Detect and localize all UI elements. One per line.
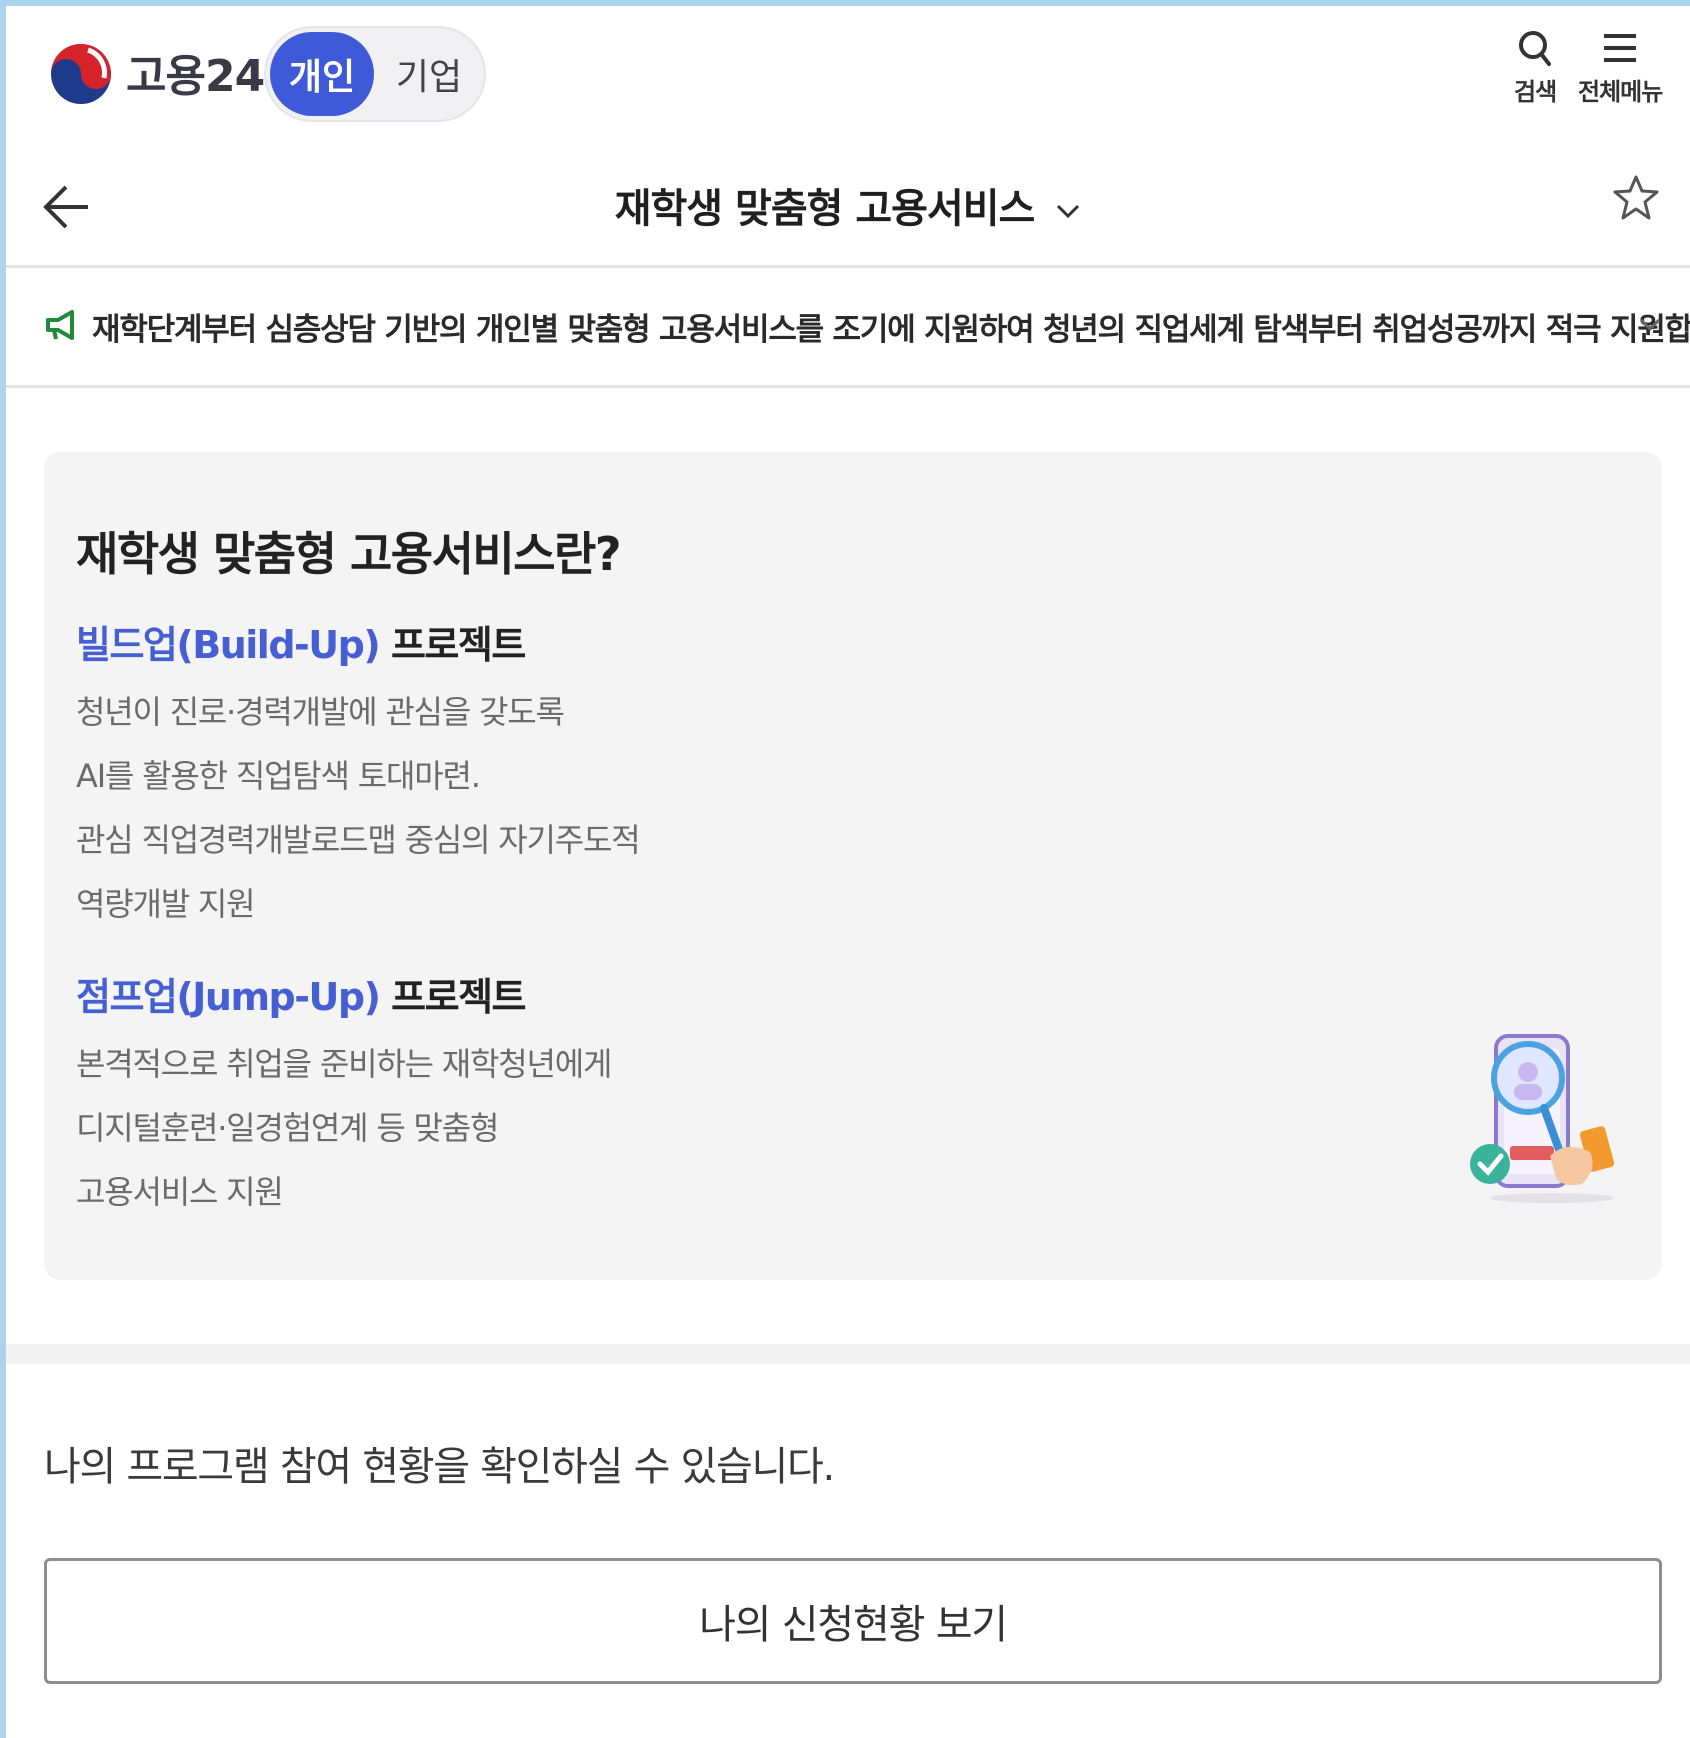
description-line: 역량개발 지원 bbox=[76, 885, 256, 923]
taegeuk-logo-icon bbox=[51, 44, 111, 104]
project-title-buildup: 빌드업(Build-Up) 프로젝트 bbox=[76, 614, 526, 669]
status-description: 나의 프로그램 참여 현황을 확인하실 수 있습니다. bbox=[44, 1444, 835, 1490]
chevron-down-icon[interactable] bbox=[1638, 316, 1662, 334]
description-line: 관심 직업경력개발로드맵 중심의 자기주도적 bbox=[76, 821, 641, 859]
description-line: 본격적으로 취업을 준비하는 재학청년에게 bbox=[76, 1045, 612, 1083]
logo-text: 고용24 bbox=[126, 51, 265, 102]
search-icon bbox=[1519, 31, 1552, 66]
toggle-business[interactable]: 기업 bbox=[378, 32, 480, 116]
star-icon[interactable] bbox=[1612, 174, 1660, 222]
notice-text: 재학단계부터 심층상담 기반의 개인별 맞춤형 고용서비스를 조기에 지원하여 … bbox=[92, 312, 1690, 348]
section-divider bbox=[6, 1344, 1690, 1364]
notice-bar: 재학단계부터 심층상담 기반의 개인별 맞춤형 고용서비스를 조기에 지원하여 … bbox=[6, 268, 1690, 388]
description-line: AI를 활용한 직업탐색 토대마련. bbox=[76, 757, 481, 795]
phone-search-illustration bbox=[1470, 1034, 1615, 1203]
project-description-buildup: 청년이 진로·경력개발에 관심을 갖도록 AI를 활용한 직업탐색 토대마련. … bbox=[76, 680, 641, 936]
card-title: 재학생 맞춤형 고용서비스란? bbox=[76, 527, 622, 581]
megaphone-icon bbox=[46, 310, 74, 340]
description-line: 디지털훈련·일경험연계 등 맞춤형 bbox=[76, 1109, 499, 1147]
site-logo[interactable]: 고용24 bbox=[44, 28, 265, 116]
all-menu-button[interactable]: 전체메뉴 bbox=[1578, 30, 1663, 107]
page-title-dropdown[interactable]: 재학생 맞춤형 고용서비스 bbox=[6, 176, 1690, 234]
menu-label: 전체메뉴 bbox=[1578, 78, 1663, 106]
project-title-jumpup: 점프업(Jump-Up) 프로젝트 bbox=[76, 966, 527, 1021]
toggle-individual[interactable]: 개인 bbox=[270, 32, 374, 116]
service-info-card: 재학생 맞춤형 고용서비스란? 빌드업(Build-Up) 프로젝트 청년이 진… bbox=[44, 452, 1662, 1280]
project-suffix: 프로젝트 bbox=[390, 623, 526, 667]
project-name: 점프업(Jump-Up) bbox=[76, 975, 381, 1019]
description-line: 고용서비스 지원 bbox=[76, 1173, 284, 1211]
project-name: 빌드업(Build-Up) bbox=[76, 623, 381, 667]
user-type-toggle[interactable]: 개인 기업 bbox=[264, 26, 486, 122]
search-label: 검색 bbox=[1514, 78, 1557, 106]
page-title: 재학생 맞춤형 고용서비스 bbox=[614, 186, 1036, 232]
description-line: 청년이 진로·경력개발에 관심을 갖도록 bbox=[76, 693, 565, 731]
chevron-down-icon bbox=[1057, 204, 1080, 219]
project-suffix: 프로젝트 bbox=[391, 975, 526, 1019]
page-title-bar: 재학생 맞춤형 고용서비스 bbox=[6, 150, 1690, 268]
view-application-status-button[interactable]: 나의 신청현황 보기 bbox=[44, 1558, 1662, 1684]
search-button[interactable]: 검색 bbox=[1514, 30, 1557, 107]
project-description-jumpup: 본격적으로 취업을 준비하는 재학청년에게 디지털훈련·일경험연계 등 맞춤형 … bbox=[76, 1032, 612, 1224]
menu-icon bbox=[1604, 34, 1637, 62]
site-header: 고용24 개인 기업 검색 전체메뉴 bbox=[6, 6, 1690, 136]
